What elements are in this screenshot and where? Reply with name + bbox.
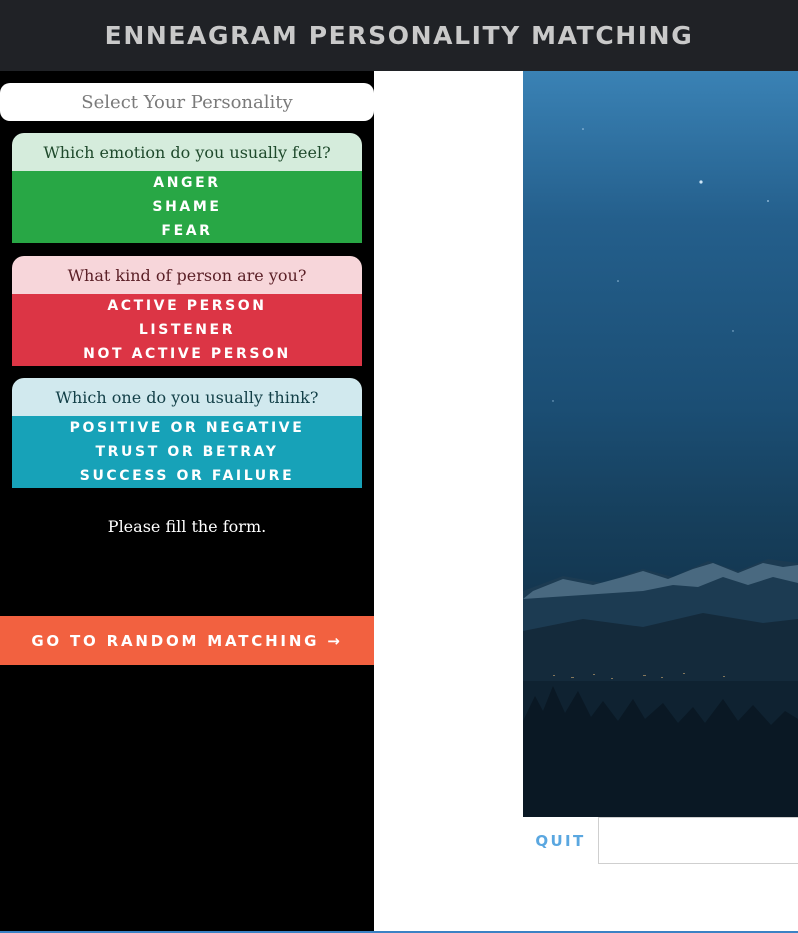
option-not-active-person[interactable]: NOT ACTIVE PERSON — [12, 342, 362, 366]
personality-sidebar: Select Your Personality Which emotion do… — [0, 71, 374, 933]
thinking-question-card: Which one do you usually think? POSITIVE… — [12, 378, 362, 488]
option-positive-or-negative[interactable]: POSITIVE OR NEGATIVE — [12, 416, 362, 440]
thinking-options: POSITIVE OR NEGATIVE TRUST OR BETRAY SUC… — [12, 416, 362, 488]
person-type-question: What kind of person are you? — [12, 256, 362, 294]
quit-button[interactable]: QUIT — [523, 817, 598, 864]
app-header: ENNEAGRAM PERSONALITY MATCHING — [0, 0, 798, 71]
emotion-question-card: Which emotion do you usually feel? ANGER… — [12, 133, 362, 243]
option-anger[interactable]: ANGER — [12, 171, 362, 195]
app-title: ENNEAGRAM PERSONALITY MATCHING — [104, 21, 694, 50]
person-type-options: ACTIVE PERSON LISTENER NOT ACTIVE PERSON — [12, 294, 362, 366]
option-shame[interactable]: SHAME — [12, 195, 362, 219]
night-mountain-illustration — [523, 128, 798, 817]
random-matching-button[interactable]: GO TO RANDOM MATCHING → — [0, 616, 374, 665]
option-success-or-failure[interactable]: SUCCESS OR FAILURE — [12, 464, 362, 488]
form-status-message: Please fill the form. — [107, 517, 267, 536]
thinking-question: Which one do you usually think? — [12, 378, 362, 416]
background-photo — [523, 71, 798, 817]
message-input[interactable] — [598, 817, 798, 864]
option-fear[interactable]: FEAR — [12, 219, 362, 243]
option-trust-or-betray[interactable]: TRUST OR BETRAY — [12, 440, 362, 464]
person-type-question-card: What kind of person are you? ACTIVE PERS… — [12, 256, 362, 366]
emotion-options: ANGER SHAME FEAR — [12, 171, 362, 243]
option-active-person[interactable]: ACTIVE PERSON — [12, 294, 362, 318]
select-personality-title: Select Your Personality — [0, 83, 374, 121]
emotion-question: Which emotion do you usually feel? — [12, 133, 362, 171]
option-listener[interactable]: LISTENER — [12, 318, 362, 342]
